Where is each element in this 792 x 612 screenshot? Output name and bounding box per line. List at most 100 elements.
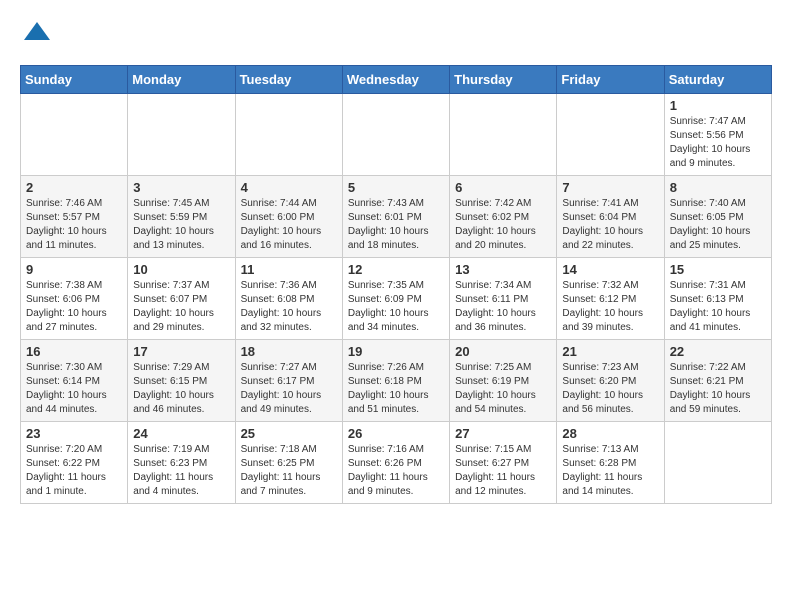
- calendar-week-5: 23 Sunrise: 7:20 AM Sunset: 6:22 PM Dayli…: [21, 422, 772, 504]
- calendar-cell: 8 Sunrise: 7:40 AM Sunset: 6:05 PM Daylig…: [664, 176, 771, 258]
- day-number: 21: [562, 344, 658, 359]
- calendar-cell: 24 Sunrise: 7:19 AM Sunset: 6:23 PM Dayli…: [128, 422, 235, 504]
- calendar-header-row: SundayMondayTuesdayWednesdayThursdayFrid…: [21, 66, 772, 94]
- day-info: Sunrise: 7:31 AM Sunset: 6:13 PM Dayligh…: [670, 279, 766, 335]
- day-info: Sunrise: 7:34 AM Sunset: 6:11 PM Dayligh…: [455, 279, 551, 335]
- day-number: 28: [562, 426, 658, 441]
- calendar-cell: 14 Sunrise: 7:32 AM Sunset: 6:12 PM Dayli…: [557, 258, 664, 340]
- day-number: 3: [133, 180, 229, 195]
- day-info: Sunrise: 7:41 AM Sunset: 6:04 PM Dayligh…: [562, 197, 658, 253]
- calendar-cell: 18 Sunrise: 7:27 AM Sunset: 6:17 PM Dayli…: [235, 340, 342, 422]
- day-info: Sunrise: 7:32 AM Sunset: 6:12 PM Dayligh…: [562, 279, 658, 335]
- day-info: Sunrise: 7:23 AM Sunset: 6:20 PM Dayligh…: [562, 361, 658, 417]
- calendar-cell: [235, 94, 342, 176]
- calendar-cell: 7 Sunrise: 7:41 AM Sunset: 6:04 PM Daylig…: [557, 176, 664, 258]
- day-number: 14: [562, 262, 658, 277]
- day-info: Sunrise: 7:42 AM Sunset: 6:02 PM Dayligh…: [455, 197, 551, 253]
- calendar-cell: 19Sunrise: 7:26 AM Sunset: 6:18 PM Dayli…: [342, 340, 449, 422]
- day-number: 27: [455, 426, 551, 441]
- day-number: 22: [670, 344, 766, 359]
- weekday-header-friday: Friday: [557, 66, 664, 94]
- calendar-cell: 4 Sunrise: 7:44 AM Sunset: 6:00 PM Daylig…: [235, 176, 342, 258]
- weekday-header-thursday: Thursday: [450, 66, 557, 94]
- day-number: 20: [455, 344, 551, 359]
- day-info: Sunrise: 7:44 AM Sunset: 6:00 PM Dayligh…: [241, 197, 337, 253]
- calendar-cell: 15Sunrise: 7:31 AM Sunset: 6:13 PM Dayli…: [664, 258, 771, 340]
- day-info: Sunrise: 7:43 AM Sunset: 6:01 PM Dayligh…: [348, 197, 444, 253]
- calendar-cell: [128, 94, 235, 176]
- day-number: 16: [26, 344, 122, 359]
- day-info: Sunrise: 7:22 AM Sunset: 6:21 PM Dayligh…: [670, 361, 766, 417]
- calendar-cell: 10 Sunrise: 7:37 AM Sunset: 6:07 PM Dayli…: [128, 258, 235, 340]
- day-number: 13: [455, 262, 551, 277]
- calendar-cell: 3 Sunrise: 7:45 AM Sunset: 5:59 PM Daylig…: [128, 176, 235, 258]
- page-header: [20, 20, 772, 55]
- calendar-cell: 25 Sunrise: 7:18 AM Sunset: 6:25 PM Dayli…: [235, 422, 342, 504]
- calendar-cell: 9 Sunrise: 7:38 AM Sunset: 6:06 PM Daylig…: [21, 258, 128, 340]
- day-info: Sunrise: 7:47 AM Sunset: 5:56 PM Dayligh…: [670, 115, 766, 171]
- calendar-body: 1 Sunrise: 7:47 AM Sunset: 5:56 PM Daylig…: [21, 94, 772, 504]
- day-info: Sunrise: 7:37 AM Sunset: 6:07 PM Dayligh…: [133, 279, 229, 335]
- calendar-week-2: 2 Sunrise: 7:46 AM Sunset: 5:57 PM Daylig…: [21, 176, 772, 258]
- calendar-week-1: 1 Sunrise: 7:47 AM Sunset: 5:56 PM Daylig…: [21, 94, 772, 176]
- weekday-header-saturday: Saturday: [664, 66, 771, 94]
- calendar-cell: [557, 94, 664, 176]
- day-number: 6: [455, 180, 551, 195]
- day-info: Sunrise: 7:15 AM Sunset: 6:27 PM Dayligh…: [455, 443, 551, 499]
- day-number: 7: [562, 180, 658, 195]
- calendar-cell: [450, 94, 557, 176]
- day-number: 25: [241, 426, 337, 441]
- calendar-cell: 20 Sunrise: 7:25 AM Sunset: 6:19 PM Dayli…: [450, 340, 557, 422]
- day-number: 26: [348, 426, 444, 441]
- calendar-cell: 13 Sunrise: 7:34 AM Sunset: 6:11 PM Dayli…: [450, 258, 557, 340]
- day-info: Sunrise: 7:20 AM Sunset: 6:22 PM Dayligh…: [26, 443, 122, 499]
- day-number: 8: [670, 180, 766, 195]
- day-info: Sunrise: 7:18 AM Sunset: 6:25 PM Dayligh…: [241, 443, 337, 499]
- calendar-cell: [664, 422, 771, 504]
- calendar-cell: 17 Sunrise: 7:29 AM Sunset: 6:15 PM Dayli…: [128, 340, 235, 422]
- day-number: 18: [241, 344, 337, 359]
- calendar-cell: 28 Sunrise: 7:13 AM Sunset: 6:28 PM Dayli…: [557, 422, 664, 504]
- weekday-header-wednesday: Wednesday: [342, 66, 449, 94]
- day-number: 10: [133, 262, 229, 277]
- calendar-cell: 6 Sunrise: 7:42 AM Sunset: 6:02 PM Daylig…: [450, 176, 557, 258]
- weekday-header-tuesday: Tuesday: [235, 66, 342, 94]
- day-number: 5: [348, 180, 444, 195]
- calendar-cell: 27 Sunrise: 7:15 AM Sunset: 6:27 PM Dayli…: [450, 422, 557, 504]
- day-number: 1: [670, 98, 766, 113]
- day-info: Sunrise: 7:38 AM Sunset: 6:06 PM Dayligh…: [26, 279, 122, 335]
- day-number: 17: [133, 344, 229, 359]
- calendar-cell: 21 Sunrise: 7:23 AM Sunset: 6:20 PM Dayli…: [557, 340, 664, 422]
- day-info: Sunrise: 7:25 AM Sunset: 6:19 PM Dayligh…: [455, 361, 551, 417]
- calendar-cell: 5 Sunrise: 7:43 AM Sunset: 6:01 PM Daylig…: [342, 176, 449, 258]
- day-number: 2: [26, 180, 122, 195]
- day-number: 23: [26, 426, 122, 441]
- day-info: Sunrise: 7:46 AM Sunset: 5:57 PM Dayligh…: [26, 197, 122, 253]
- day-info: Sunrise: 7:35 AM Sunset: 6:09 PM Dayligh…: [348, 279, 444, 335]
- calendar-cell: 23 Sunrise: 7:20 AM Sunset: 6:22 PM Dayli…: [21, 422, 128, 504]
- day-info: Sunrise: 7:27 AM Sunset: 6:17 PM Dayligh…: [241, 361, 337, 417]
- logo-icon: [22, 20, 52, 50]
- calendar-cell: 22 Sunrise: 7:22 AM Sunset: 6:21 PM Dayli…: [664, 340, 771, 422]
- calendar-cell: [21, 94, 128, 176]
- calendar-week-4: 16Sunrise: 7:30 AM Sunset: 6:14 PM Dayli…: [21, 340, 772, 422]
- weekday-header-sunday: Sunday: [21, 66, 128, 94]
- weekday-header-monday: Monday: [128, 66, 235, 94]
- day-number: 19: [348, 344, 444, 359]
- day-number: 4: [241, 180, 337, 195]
- day-info: Sunrise: 7:45 AM Sunset: 5:59 PM Dayligh…: [133, 197, 229, 253]
- day-info: Sunrise: 7:36 AM Sunset: 6:08 PM Dayligh…: [241, 279, 337, 335]
- day-info: Sunrise: 7:13 AM Sunset: 6:28 PM Dayligh…: [562, 443, 658, 499]
- day-info: Sunrise: 7:16 AM Sunset: 6:26 PM Dayligh…: [348, 443, 444, 499]
- logo: [20, 20, 52, 55]
- day-info: Sunrise: 7:19 AM Sunset: 6:23 PM Dayligh…: [133, 443, 229, 499]
- day-info: Sunrise: 7:29 AM Sunset: 6:15 PM Dayligh…: [133, 361, 229, 417]
- calendar-cell: 1 Sunrise: 7:47 AM Sunset: 5:56 PM Daylig…: [664, 94, 771, 176]
- day-number: 9: [26, 262, 122, 277]
- day-number: 12: [348, 262, 444, 277]
- calendar-table: SundayMondayTuesdayWednesdayThursdayFrid…: [20, 65, 772, 504]
- day-number: 24: [133, 426, 229, 441]
- calendar-cell: 26 Sunrise: 7:16 AM Sunset: 6:26 PM Dayli…: [342, 422, 449, 504]
- calendar-cell: [342, 94, 449, 176]
- day-info: Sunrise: 7:40 AM Sunset: 6:05 PM Dayligh…: [670, 197, 766, 253]
